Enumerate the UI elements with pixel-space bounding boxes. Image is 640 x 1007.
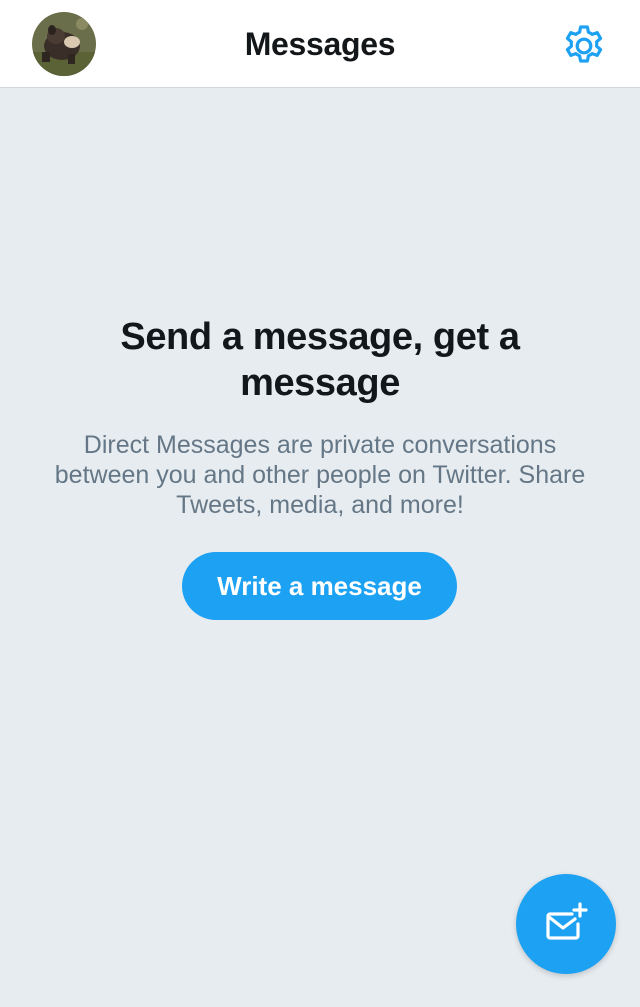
top-bar: Messages xyxy=(0,0,640,88)
empty-state: Send a message, get a message Direct Mes… xyxy=(40,314,600,520)
empty-state-description: Direct Messages are private conversation… xyxy=(54,431,586,519)
empty-state-title: Send a message, get a message xyxy=(120,316,520,404)
write-message-button[interactable]: Write a message xyxy=(182,552,457,620)
gear-icon[interactable] xyxy=(560,22,608,70)
page-title: Messages xyxy=(244,26,396,62)
new-message-icon xyxy=(546,902,588,940)
new-message-button[interactable] xyxy=(516,874,616,974)
